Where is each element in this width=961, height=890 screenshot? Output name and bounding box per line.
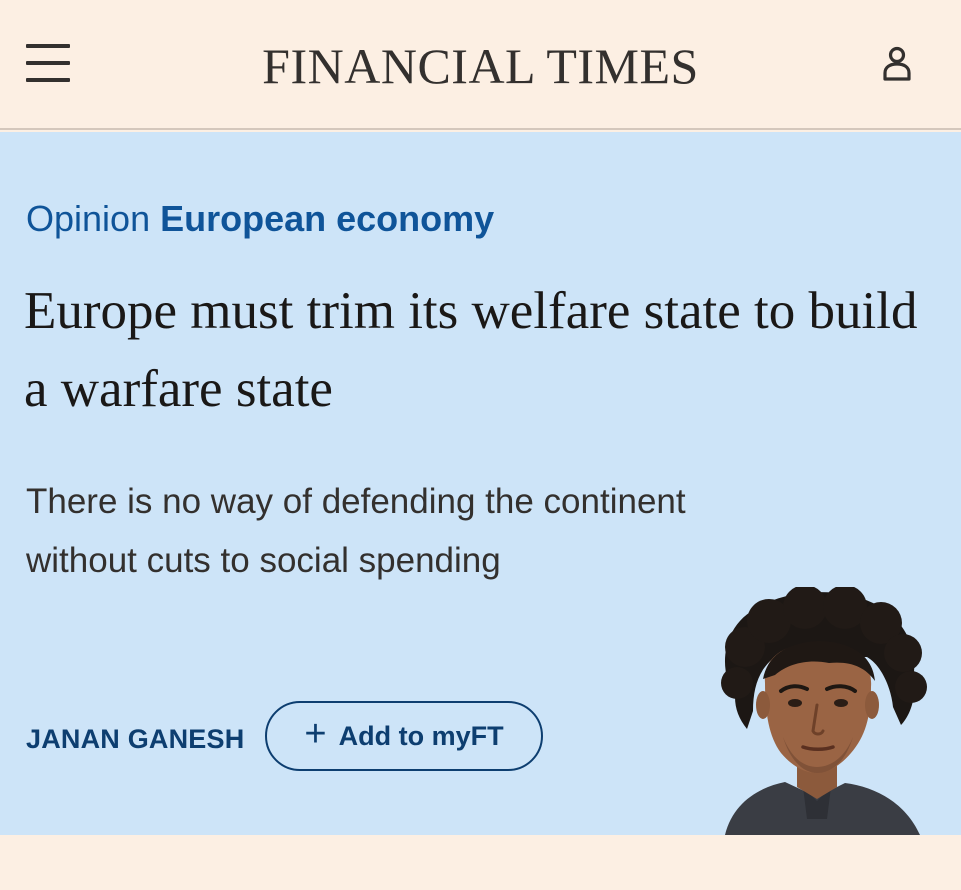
article-tagline: Opinion European economy (26, 198, 494, 240)
plus-icon: + (304, 713, 327, 755)
topic-link[interactable]: European economy (160, 198, 494, 239)
article-hero: Opinion European economy Europe must tri… (0, 132, 961, 835)
user-account-icon[interactable] (880, 44, 914, 84)
article-standfirst: There is no way of defending the contine… (26, 482, 686, 580)
author-portrait (705, 585, 945, 835)
masthead-logo[interactable]: FINANCIAL TIMES (0, 38, 961, 94)
bottom-strip (0, 835, 961, 890)
add-to-myft-button[interactable]: + Add to myFT (265, 701, 543, 771)
genre-label: Opinion (26, 198, 151, 239)
add-to-myft-label: Add to myFT (338, 720, 504, 751)
article-headline: Europe must trim its welfare state to bu… (24, 282, 918, 418)
top-navigation-bar: FINANCIAL TIMES (0, 0, 961, 130)
author-byline-link[interactable]: JANAN GANESH (26, 722, 244, 756)
